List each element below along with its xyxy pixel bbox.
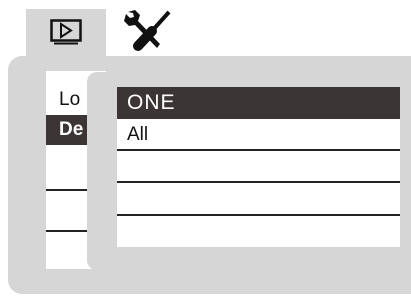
option-list: ONE All: [117, 87, 400, 247]
option-one[interactable]: ONE: [117, 87, 400, 119]
tab-setup[interactable]: [118, 6, 184, 56]
option-all[interactable]: All: [117, 121, 400, 149]
wrench-screwdriver-icon: [124, 10, 171, 51]
option-divider: [117, 181, 400, 183]
option-divider: [117, 214, 400, 216]
option-divider: [117, 149, 400, 151]
camera-menu-screen: Lo De ONE All: [0, 0, 411, 301]
play-icon: [50, 19, 82, 45]
tab-playback[interactable]: [26, 9, 106, 56]
